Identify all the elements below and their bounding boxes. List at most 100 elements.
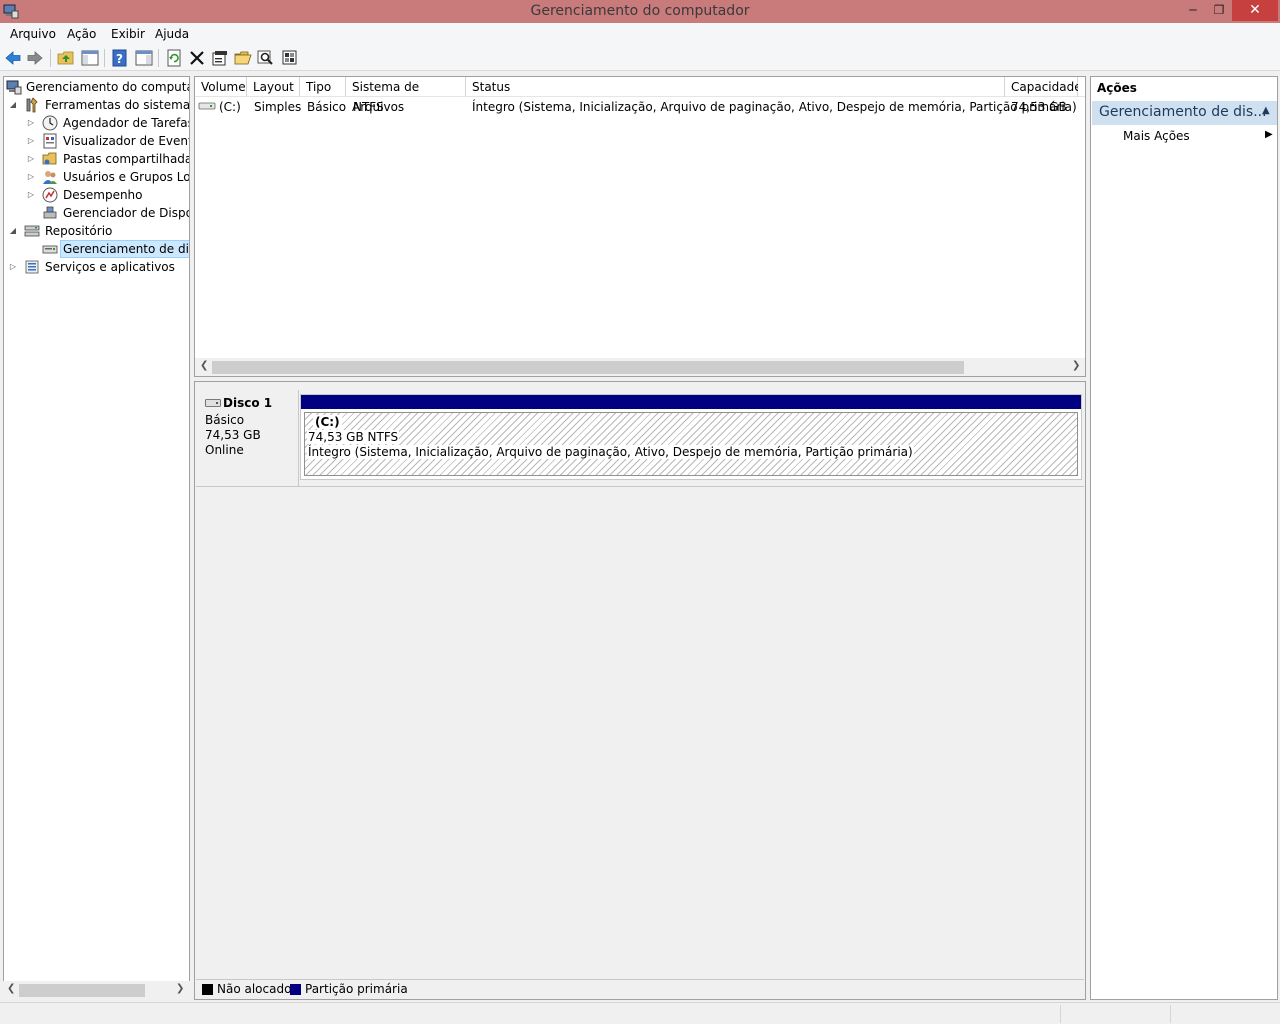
legend-label-unallocated: Não alocado (217, 982, 292, 996)
tree-node-performance[interactable]: ▷ Desempenho (26, 186, 189, 204)
partition-c[interactable]: (C:) 74,53 GB NTFS Íntegro (Sistema, Ini… (300, 394, 1082, 480)
actions-pane: Ações Gerenciamento de dis... ▲ Mais Açõ… (1090, 76, 1278, 1000)
title-bar: Gerenciamento do computador ─ ❐ ✕ (0, 0, 1280, 23)
tree-label: Pastas compartilhadas (63, 152, 190, 166)
tree-label: Usuários e Grupos Loca (63, 170, 190, 184)
scroll-left-icon[interactable]: ❮ (200, 360, 208, 371)
menu-acao[interactable]: Ação (67, 27, 96, 41)
window-title: Gerenciamento do computador (530, 3, 750, 19)
scroll-thumb[interactable] (212, 361, 964, 374)
tree-label: Gerenciamento de disco (60, 240, 189, 258)
tree-horizontal-scrollbar[interactable]: ❮ ❯ (3, 981, 190, 1000)
tree-node-task-scheduler[interactable]: ▷ Agendador de Tarefas (26, 114, 189, 132)
users-icon (43, 171, 57, 184)
tree-node-device-manager[interactable]: Gerenciador de Disposit (26, 204, 189, 222)
tree-label: Desempenho (63, 188, 143, 202)
menu-arquivo[interactable]: Arquivo (10, 27, 56, 41)
tree-node-disk-management[interactable]: Gerenciamento de disco (26, 240, 189, 258)
tree-node-event-viewer[interactable]: ▷ Visualizador de Eventos (26, 132, 189, 150)
collapse-up-icon[interactable]: ▲ (1262, 105, 1270, 116)
column-header-volume[interactable]: Volume (195, 77, 247, 97)
menu-ajuda[interactable]: Ajuda (155, 27, 189, 41)
minimize-button[interactable]: ─ (1180, 0, 1206, 21)
show-hide-tree-icon[interactable] (81, 49, 99, 67)
disk-graphical-view[interactable]: Disco 1 Básico 74,53 GB Online (C:) 74,5… (194, 381, 1086, 1000)
expand-arrow-icon[interactable]: ▷ (26, 168, 36, 186)
drive-icon (198, 102, 216, 110)
tree-node-system-tools[interactable]: ◢ Ferramentas do sistema (8, 96, 190, 114)
tree-node-services[interactable]: ▷ Serviços e aplicativos (8, 258, 189, 276)
disk-info-panel[interactable]: Disco 1 Básico 74,53 GB Online (196, 390, 299, 487)
column-header-type[interactable]: Tipo (300, 77, 346, 97)
toolbar-separator (104, 49, 105, 67)
column-header-extra[interactable] (1078, 77, 1085, 97)
legend-swatch-unallocated (202, 984, 213, 995)
status-bar (0, 1002, 1280, 1024)
column-header-capacity[interactable]: Capacidade (1005, 77, 1082, 97)
menu-exibir[interactable]: Exibir (111, 27, 145, 41)
column-header-status[interactable]: Status (466, 77, 1005, 97)
partition-status: Íntegro (Sistema, Inicialização, Arquivo… (307, 445, 914, 459)
expand-arrow-icon[interactable]: ▷ (26, 186, 36, 204)
tree-label: Gerenciador de Disposit (63, 206, 189, 220)
performance-icon (42, 187, 58, 203)
partition-color-bar (301, 395, 1081, 409)
disk-size: 74,53 GB (205, 428, 261, 442)
column-header-filesystem[interactable]: Sistema de Arquivos (346, 77, 466, 114)
console-tree[interactable]: Gerenciamento do computado ◢ Ferramentas… (3, 76, 190, 1000)
more-actions-item[interactable]: Mais Ações (1123, 129, 1190, 143)
storage-icon (24, 225, 40, 237)
restore-button[interactable]: ❐ (1206, 0, 1232, 21)
cell-capacity: 74,53 GB (1011, 100, 1067, 114)
column-header-layout[interactable]: Layout (247, 77, 300, 97)
open-icon[interactable] (234, 49, 252, 67)
legend: Não alocado Partição primária (196, 979, 1084, 999)
partition-area[interactable] (304, 412, 1078, 476)
actions-section-disk-management[interactable]: Gerenciamento de dis... ▲ (1092, 101, 1277, 125)
submenu-arrow-icon[interactable]: ▶ (1265, 129, 1273, 140)
back-icon[interactable] (4, 49, 22, 67)
tree-label: Ferramentas do sistema (45, 98, 190, 112)
collapse-arrow-icon[interactable]: ◢ (8, 222, 18, 240)
cell-layout: Simples (254, 100, 302, 114)
tree-node-local-users[interactable]: ▷ Usuários e Grupos Loca (26, 168, 190, 186)
show-hide-action-pane-icon[interactable] (135, 49, 153, 67)
scroll-thumb[interactable] (19, 984, 145, 997)
refresh-icon[interactable] (165, 49, 183, 67)
disk-kind: Básico (205, 413, 245, 427)
tree-node-shared-folders[interactable]: ▷ Pastas compartilhadas (26, 150, 190, 168)
tree-node-root[interactable]: Gerenciamento do computado (5, 78, 189, 96)
disk-management-icon (42, 245, 58, 254)
status-divider (1170, 1005, 1171, 1023)
search-icon[interactable] (257, 49, 275, 67)
tree-label: Gerenciamento do computado (26, 80, 189, 94)
expand-arrow-icon[interactable]: ▷ (26, 114, 36, 132)
partition-size-fs: 74,53 GB NTFS (307, 430, 400, 444)
disk-icon (205, 399, 221, 407)
device-manager-icon (43, 206, 57, 219)
collapse-arrow-icon[interactable]: ◢ (8, 96, 18, 114)
settings-icon[interactable] (281, 49, 299, 67)
event-viewer-icon (43, 133, 57, 149)
menu-bar: Arquivo Ação Exibir Ajuda (0, 23, 1280, 45)
close-button[interactable]: ✕ (1232, 0, 1278, 21)
status-divider (1060, 1005, 1061, 1023)
properties-icon[interactable] (211, 49, 229, 67)
scroll-right-icon[interactable]: ❯ (1072, 360, 1080, 371)
scroll-left-icon[interactable]: ❮ (7, 983, 15, 994)
up-folder-icon[interactable] (57, 49, 75, 67)
volume-list-horizontal-scrollbar[interactable]: ❮ ❯ (195, 358, 1085, 376)
help-icon[interactable]: ? (111, 49, 129, 67)
disk-name: Disco 1 (223, 396, 273, 410)
forward-icon[interactable] (26, 49, 44, 67)
expand-arrow-icon[interactable]: ▷ (8, 258, 18, 276)
disk-state: Online (205, 443, 244, 457)
volume-list[interactable]: Volume Layout Tipo Sistema de Arquivos S… (194, 76, 1086, 377)
expand-arrow-icon[interactable]: ▷ (26, 150, 36, 168)
tree-node-storage[interactable]: ◢ Repositório (8, 222, 189, 240)
expand-arrow-icon[interactable]: ▷ (26, 132, 36, 150)
legend-swatch-primary (290, 984, 301, 995)
cell-status: Íntegro (Sistema, Inicialização, Arquivo… (472, 100, 1077, 114)
scroll-right-icon[interactable]: ❯ (176, 983, 184, 994)
delete-icon[interactable] (188, 49, 206, 67)
